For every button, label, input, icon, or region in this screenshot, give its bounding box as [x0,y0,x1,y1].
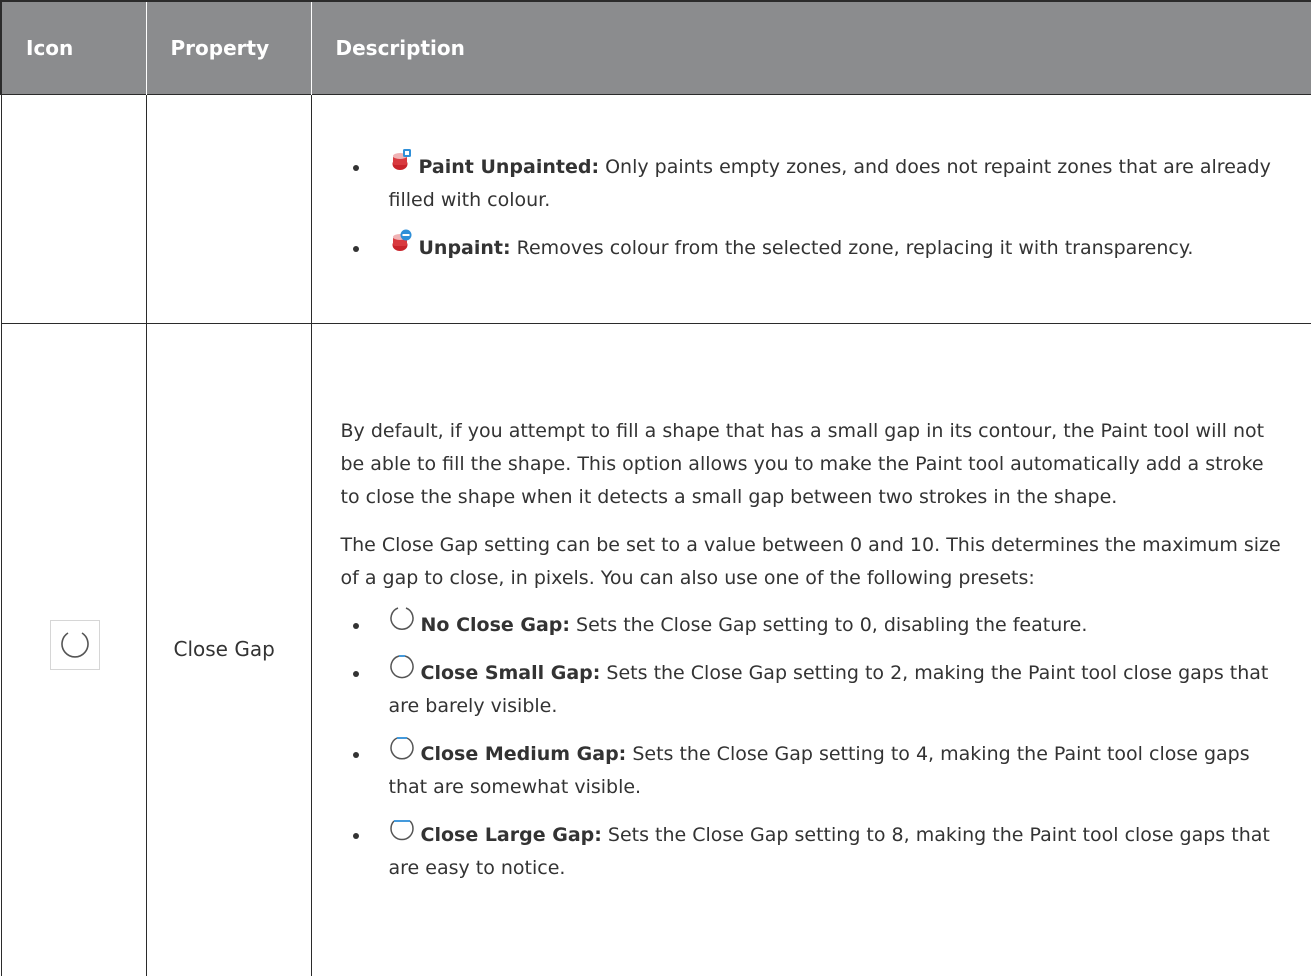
table-header-row: Icon Property Description [0,0,1311,95]
list-item-paint-unpainted: Paint Unpainted: Only paints empty zones… [352,148,1289,217]
header-icon: Icon [0,0,146,95]
close-gap-presets-list: No Close Gap: Sets the Close Gap setting… [341,607,1289,885]
no-close-gap-label: No Close Gap: [420,614,571,636]
unpaint-label: Unpaint: [418,236,511,259]
row2-property-cell: Close Gap [145,323,312,976]
close-medium-gap-icon [389,734,415,771]
close-gap-paragraph-2: The Close Gap setting can be set to a va… [340,534,1281,589]
close-medium-gap-label: Close Medium Gap: [420,743,627,765]
no-close-gap-icon [49,620,100,670]
close-gap-paragraph-1: By default, if you attempt to fill a sha… [340,420,1265,508]
list-item-unpaint: Unpaint: Removes colour from the selecte… [352,229,1289,265]
list-item-close-large-gap: Close Large Gap: Sets the Close Gap sett… [352,819,1289,885]
unpaint-text: Removes colour from the selected zone, r… [510,236,1194,259]
row2-icon-cell [0,323,147,976]
table-row: Close Gap By default, if you attempt to … [0,323,1311,976]
list-item-no-close-gap: No Close Gap: Sets the Close Gap setting… [352,607,1289,642]
close-large-gap-icon [389,815,415,852]
paint-unpainted-label: Paint Unpainted: [418,155,600,178]
header-property: Property [145,0,311,95]
list-item-close-small-gap: Close Small Gap: Sets the Close Gap sett… [352,655,1289,723]
table-row: Paint Unpainted: Only paints empty zones… [0,94,1311,324]
unpaint-icon [389,229,413,264]
no-close-gap-icon [389,605,415,642]
row1-description-cell: Paint Unpainted: Only paints empty zones… [310,94,1311,324]
close-gap-property-label: Close Gap [173,637,275,661]
row2-description-cell: By default, if you attempt to fill a sha… [310,323,1311,976]
paint-mode-list: Paint Unpainted: Only paints empty zones… [341,148,1289,265]
paint-unpainted-icon [389,148,413,183]
list-item-close-medium-gap: Close Medium Gap: Sets the Close Gap set… [352,737,1289,804]
close-small-gap-icon [389,653,415,690]
close-large-gap-label: Close Large Gap: [420,824,602,846]
close-small-gap-label: Close Small Gap: [420,662,601,684]
no-close-gap-text: Sets the Close Gap setting to 0, disabli… [570,614,1088,636]
properties-table: Icon Property Description Paint Unpainte… [0,0,1311,976]
header-description: Description [310,0,1311,95]
row1-icon-cell [0,94,147,324]
row1-property-cell [145,94,312,324]
